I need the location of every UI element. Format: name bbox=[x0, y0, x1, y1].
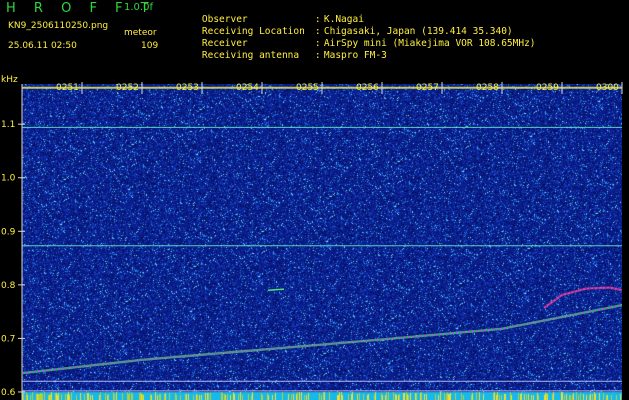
timestamp: 25.06.11 02:50 bbox=[8, 41, 77, 51]
counter-value: 109 bbox=[141, 41, 159, 51]
time-tick-label: 0300 bbox=[596, 83, 619, 93]
y-tick-label: 1.0 bbox=[1, 174, 16, 184]
spectrogram-overlay: kHz 1.1 1.0 0.9 0.8 0.7 0.6 0251 0252 0253 0254 025… bbox=[1, 75, 623, 400]
antenna-label: Receiving antenna bbox=[201, 49, 300, 61]
time-tick-label: 0257 bbox=[416, 83, 439, 93]
counter-label: meteor bbox=[124, 28, 157, 38]
file-name: KN9_2506110250.png bbox=[8, 21, 109, 31]
meteor-streak bbox=[267, 288, 285, 291]
time-tick-label: 0256 bbox=[356, 83, 379, 93]
y-tick-label: 0.6 bbox=[1, 388, 16, 398]
time-tick-label: 0252 bbox=[116, 83, 139, 93]
antenna-value: Maspro FM-3 bbox=[323, 49, 387, 61]
time-tick-label: 0259 bbox=[536, 83, 559, 93]
y-tick-label: 0.9 bbox=[1, 227, 16, 237]
y-axis-unit: kHz bbox=[1, 75, 18, 85]
info-header: H R O F F T 1.0.0f KN9_2506110250.png 25… bbox=[0, 0, 629, 72]
y-tick-label: 0.8 bbox=[1, 281, 16, 291]
time-tick-label: 0254 bbox=[236, 83, 259, 93]
y-tick-label: 0.7 bbox=[1, 334, 15, 344]
app-version: 1.0.0f bbox=[124, 2, 153, 13]
time-tick-label: 0255 bbox=[296, 83, 319, 93]
time-tick-label: 0253 bbox=[176, 83, 199, 93]
spectrogram: kHz 1.1 1.0 0.9 0.8 0.7 0.6 0251 0252 0253 0254 025… bbox=[0, 72, 629, 400]
time-tick-label: 0258 bbox=[476, 83, 499, 93]
antenna-row: Receiving antenna: Maspro FM-3 bbox=[201, 49, 387, 61]
trace-glow bbox=[543, 286, 623, 309]
trace-glow bbox=[21, 304, 623, 375]
time-tick-label: 0251 bbox=[56, 83, 79, 93]
y-tick-label: 1.1 bbox=[1, 120, 15, 130]
